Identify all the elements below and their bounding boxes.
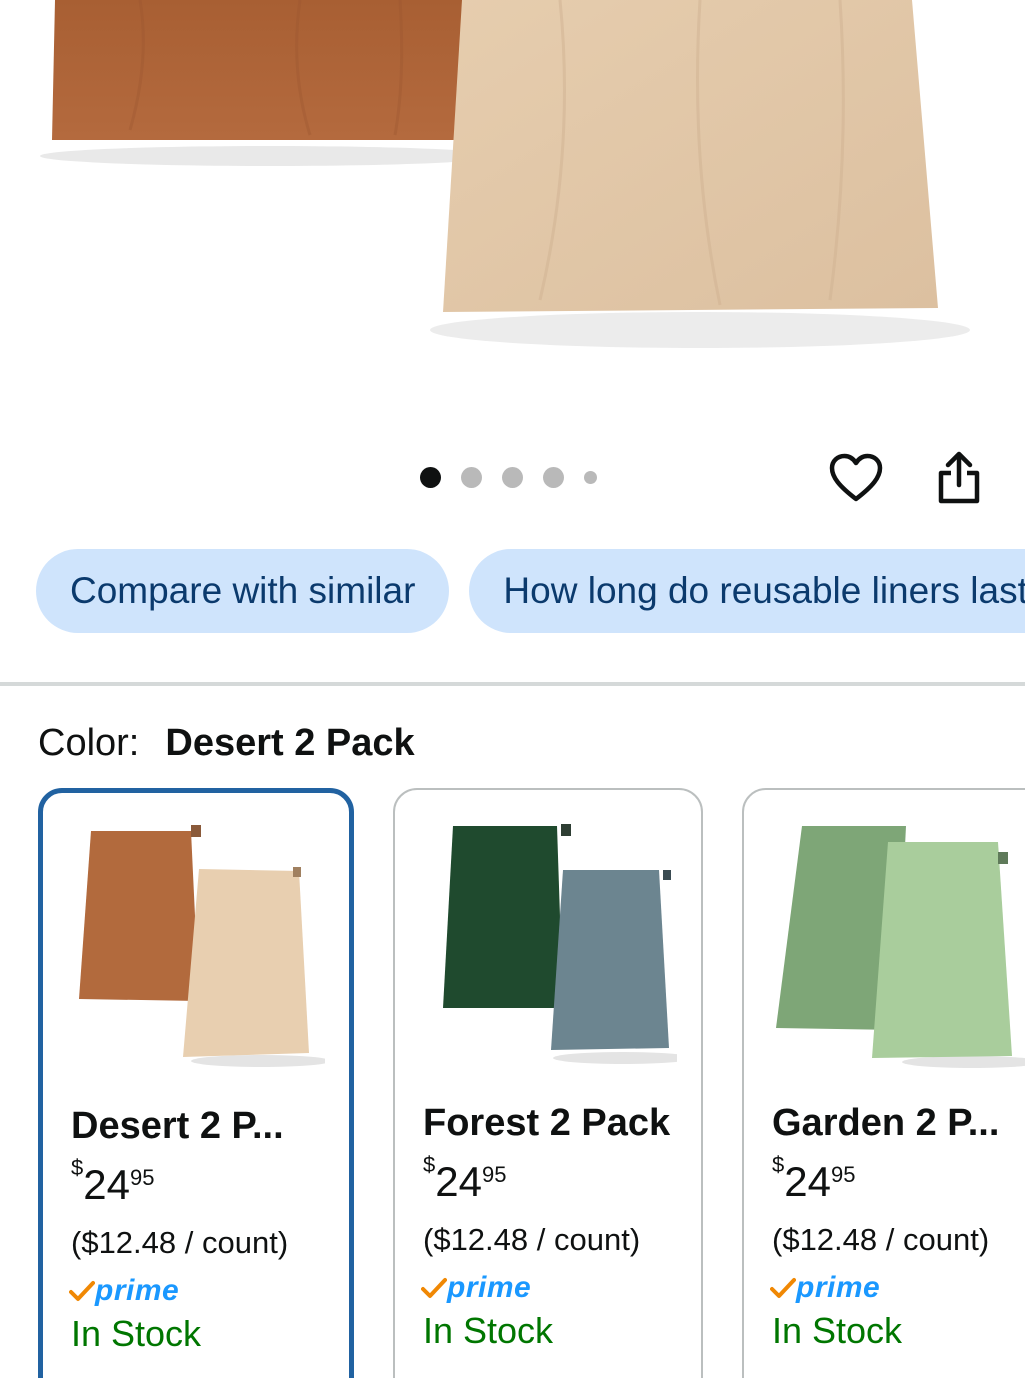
swatch-thumbnail <box>776 826 1025 1068</box>
swatch-name: Garden 2 P... <box>772 1102 1000 1144</box>
swatch-thumbnail <box>443 824 677 1064</box>
share-button[interactable] <box>930 448 988 508</box>
prime-badge: prime <box>69 1273 179 1309</box>
swatch-card-garden[interactable]: Garden 2 P... $2495 ($12.48 / count) pri… <box>742 788 1025 1378</box>
prime-badge: prime <box>770 1270 880 1306</box>
stock-status: In Stock <box>772 1310 903 1351</box>
prime-badge: prime <box>421 1270 531 1306</box>
carousel-dot[interactable] <box>461 466 482 488</box>
image-carousel-indicator <box>420 466 597 488</box>
section-divider <box>0 682 1025 686</box>
chip-compare-with-similar[interactable]: Compare with similar <box>36 549 450 633</box>
prime-check-icon <box>69 1281 95 1301</box>
swatch-unit-price: ($12.48 / count) <box>71 1225 289 1260</box>
swatch-price: $2495 <box>772 1152 856 1205</box>
swatch-price: $2495 <box>71 1155 155 1208</box>
swatch-unit-price: ($12.48 / count) <box>772 1222 990 1257</box>
favorite-button[interactable] <box>826 448 886 508</box>
suggestion-chips: Compare with similar How long do reusable… <box>36 549 1025 633</box>
swatch-card-forest[interactable]: Forest 2 Pack $2495 ($12.48 / count) pri… <box>393 788 703 1378</box>
carousel-dot[interactable] <box>584 470 597 484</box>
color-selector-label: Color: Desert 2 Pack <box>38 722 415 765</box>
share-icon <box>938 451 980 504</box>
color-label: Color: <box>38 722 140 764</box>
swatch-name: Forest 2 Pack <box>423 1102 671 1144</box>
swatch-price: $2495 <box>423 1152 507 1205</box>
heart-outline-icon <box>829 453 883 502</box>
chip-reusable-liners-question[interactable]: How long do reusable liners last? <box>469 549 1025 633</box>
color-swatches: Desert 2 P... $2495 ($12.48 / count) pri… <box>38 788 1025 1378</box>
product-image[interactable] <box>0 0 1025 440</box>
stock-status: In Stock <box>71 1313 202 1354</box>
stock-status: In Stock <box>423 1310 554 1351</box>
carousel-dot[interactable] <box>543 466 564 488</box>
swatch-unit-price: ($12.48 / count) <box>423 1222 641 1257</box>
selected-color-value: Desert 2 Pack <box>165 722 415 764</box>
swatch-card-desert[interactable]: Desert 2 P... $2495 ($12.48 / count) pri… <box>38 788 354 1378</box>
swatch-name: Desert 2 P... <box>71 1105 284 1147</box>
prime-check-icon <box>770 1278 796 1298</box>
carousel-dot[interactable] <box>502 466 523 488</box>
swatch-thumbnail <box>79 825 325 1067</box>
carousel-dot[interactable] <box>420 466 441 488</box>
prime-check-icon <box>421 1278 447 1298</box>
